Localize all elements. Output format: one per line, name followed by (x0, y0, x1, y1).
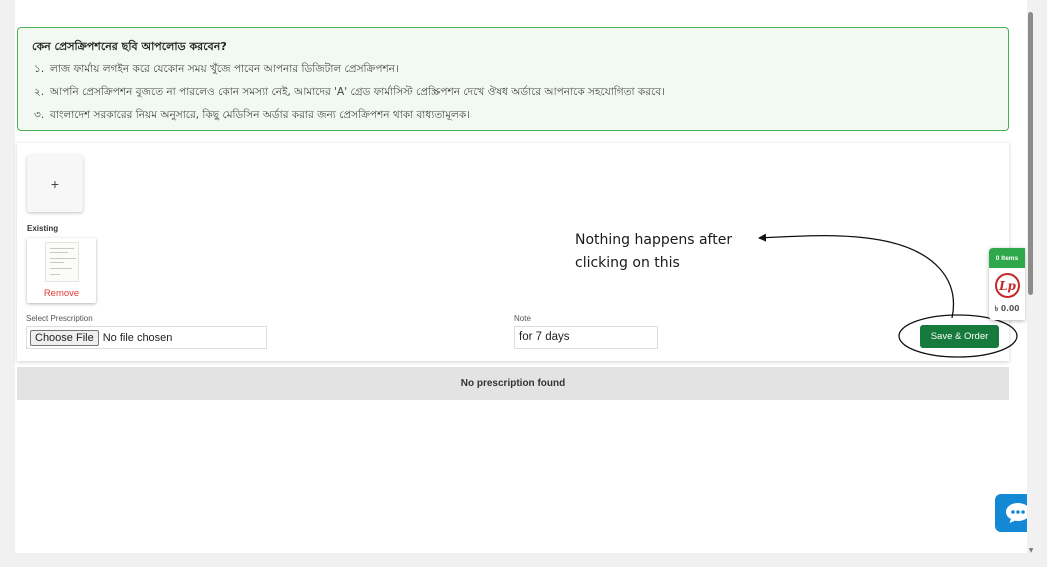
prescription-image-icon (45, 242, 79, 282)
scroll-down-arrow-icon[interactable]: ▼ (1027, 548, 1035, 554)
upload-info-box: কেন প্রেসক্রিপশনের ছবি আপলোড করবেন? ১. লা… (17, 27, 1009, 131)
info-line-text: আপনি প্রেসক্রিপশন বুজতে না পারলেও কোন সম… (50, 86, 665, 98)
floating-cart-widget[interactable]: 0 Items Lp ৳ 0.00 (989, 248, 1025, 320)
annotation-note: Nothing happens after clicking on this (575, 232, 733, 271)
logo-text: Lp (999, 278, 1016, 293)
lazz-pharma-logo-icon: Lp (995, 273, 1020, 298)
info-line-text: লাজ ফার্মায় লগইন করে যেকোন সময় খুঁজে প… (50, 63, 399, 75)
info-line-number: ১. (34, 63, 45, 75)
prescription-list-empty: No prescription found (17, 367, 1009, 400)
existing-prescription-thumbnail[interactable]: Remove (27, 238, 96, 303)
no-file-text: No file chosen (102, 331, 173, 344)
scrollbar-thumb[interactable] (1028, 12, 1033, 295)
info-line-text: বাংলাদেশ সরকারের নিয়ম অনুসারে, কিছু মেড… (50, 109, 470, 121)
save-and-order-button[interactable]: Save & Order (920, 325, 999, 348)
remove-prescription-link[interactable]: Remove (27, 288, 96, 299)
choose-file-button[interactable]: Choose File (30, 329, 99, 346)
prescription-upload-card: + Existing Remove Select Prescription Ch… (17, 143, 1009, 361)
note-label: Note (514, 314, 531, 323)
info-line-number: ২. (34, 86, 45, 98)
info-line-2: ২. আপনি প্রেসক্রিপশন বুজতে না পারলেও কোন … (32, 85, 994, 102)
info-line-3: ৩. বাংলাদেশ সরকারের নিয়ম অনুসারে, কিছু ম… (32, 108, 994, 125)
add-prescription-button[interactable]: + (27, 155, 83, 212)
info-line-number: ৩. (34, 109, 45, 121)
note-input[interactable]: for 7 days (514, 326, 658, 349)
cart-total-price: ৳ 0.00 (994, 304, 1020, 313)
select-prescription-label: Select Prescription (26, 314, 93, 323)
existing-label: Existing (27, 224, 59, 233)
info-line-1: ১. লাজ ফার্মায় লগইন করে যেকোন সময় খুঁজে… (32, 62, 994, 79)
file-input[interactable]: Choose File No file chosen (26, 326, 267, 349)
info-title: কেন প্রেসক্রিপশনের ছবি আপলোড করবেন? (32, 40, 227, 53)
cart-items-count: 0 Items (989, 248, 1025, 268)
